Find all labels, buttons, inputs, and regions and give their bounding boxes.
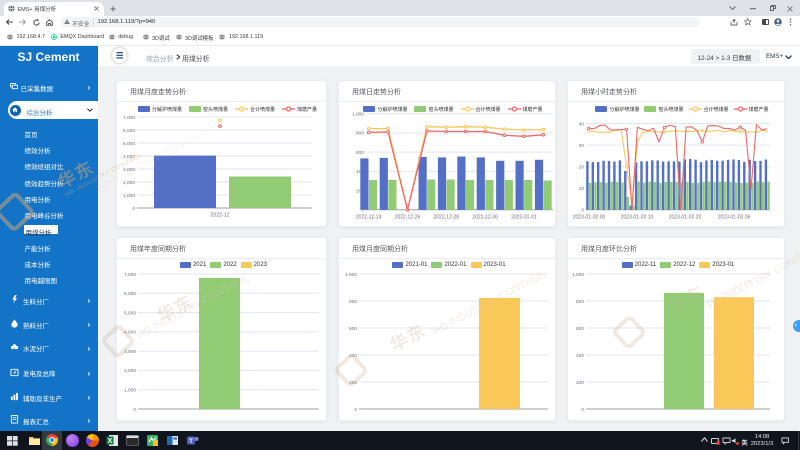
svg-text:T: T xyxy=(189,438,193,445)
svg-text:2023-01-02 00: 2023-01-02 00 xyxy=(573,215,606,221)
svg-text:2022-12-30: 2022-12-30 xyxy=(472,215,498,221)
svg-text:600: 600 xyxy=(356,150,364,156)
svg-text:800: 800 xyxy=(356,131,364,137)
svg-text:800: 800 xyxy=(576,299,584,305)
svg-text:0: 0 xyxy=(133,407,136,413)
svg-text:1,000: 1,000 xyxy=(345,272,357,278)
svg-text:2022-12: 2022-12 xyxy=(210,213,229,219)
svg-text:0: 0 xyxy=(581,407,584,413)
svg-text:X: X xyxy=(108,438,113,445)
svg-text:7,000: 7,000 xyxy=(124,272,136,278)
svg-text:1,000: 1,000 xyxy=(123,193,135,199)
svg-text:2022-12-28: 2022-12-28 xyxy=(434,215,460,221)
svg-text:1,000: 1,000 xyxy=(352,112,364,118)
svg-text:6,000: 6,000 xyxy=(124,291,136,297)
svg-text:2022-12-24: 2022-12-24 xyxy=(356,215,382,221)
svg-text:1,000: 1,000 xyxy=(124,388,136,394)
svg-text:800: 800 xyxy=(349,299,357,305)
svg-text:0: 0 xyxy=(581,208,584,214)
svg-text:600: 600 xyxy=(576,326,584,332)
svg-text:600: 600 xyxy=(349,326,357,332)
svg-text:5,000: 5,000 xyxy=(124,310,136,316)
svg-text:2023-01-01: 2023-01-01 xyxy=(511,215,537,221)
svg-text:0: 0 xyxy=(354,407,357,413)
svg-text:30: 30 xyxy=(579,143,585,149)
svg-text:200: 200 xyxy=(576,380,584,386)
svg-text:20: 20 xyxy=(579,164,585,170)
svg-text:400: 400 xyxy=(576,353,584,359)
svg-text:1,000: 1,000 xyxy=(572,272,584,278)
svg-text:2023-01-03 06: 2023-01-03 06 xyxy=(718,215,751,221)
svg-text:2023-01-02 10: 2023-01-02 10 xyxy=(621,215,654,221)
svg-text:10: 10 xyxy=(579,186,585,192)
svg-text:2,000: 2,000 xyxy=(124,368,136,374)
svg-text:2023-01-02 20: 2023-01-02 20 xyxy=(669,215,702,221)
svg-text:0: 0 xyxy=(132,206,135,212)
svg-text:7,000: 7,000 xyxy=(123,115,135,121)
svg-text:2022-12-26: 2022-12-26 xyxy=(395,215,421,221)
svg-text:40: 40 xyxy=(579,121,585,127)
